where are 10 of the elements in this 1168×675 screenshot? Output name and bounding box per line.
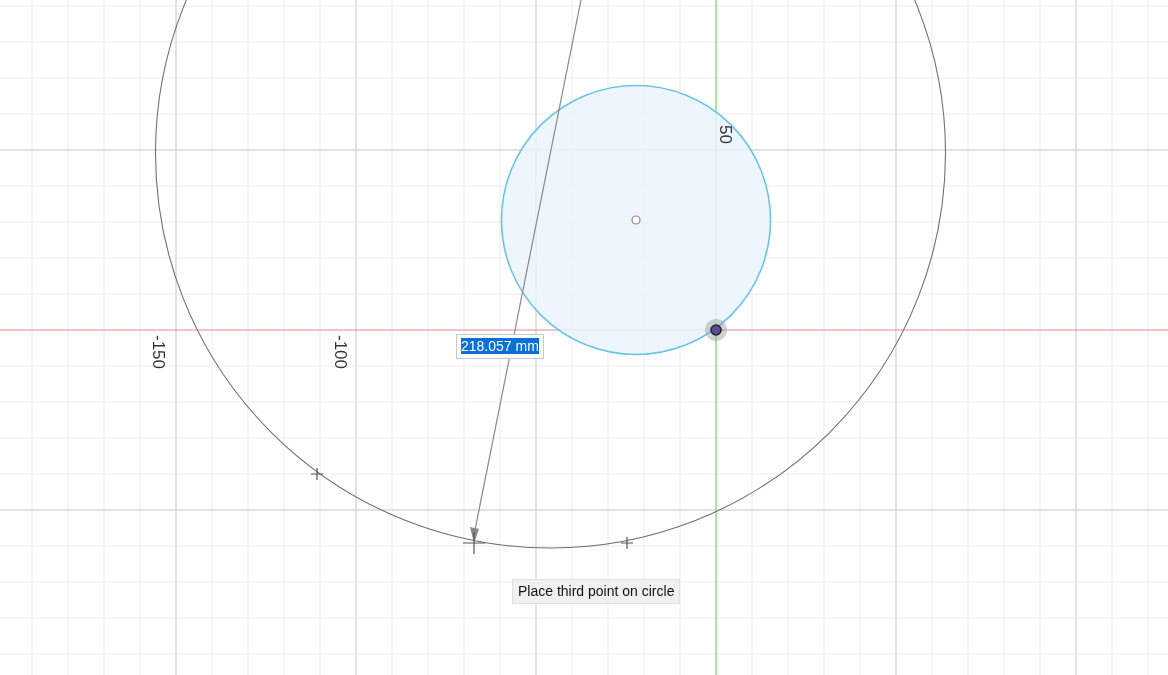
axis-label: 50: [716, 125, 735, 144]
tooltip: Place third point on circle: [512, 579, 681, 604]
axis-label: -150: [149, 335, 168, 370]
cross-marker: [620, 536, 634, 550]
cross-marker: [462, 531, 486, 555]
axis-label: -100: [331, 335, 350, 370]
dimension-input[interactable]: 218.057 mm: [456, 334, 544, 359]
cross-marker: [310, 467, 324, 481]
snap-point[interactable]: [705, 319, 727, 341]
center-point[interactable]: [631, 215, 641, 225]
